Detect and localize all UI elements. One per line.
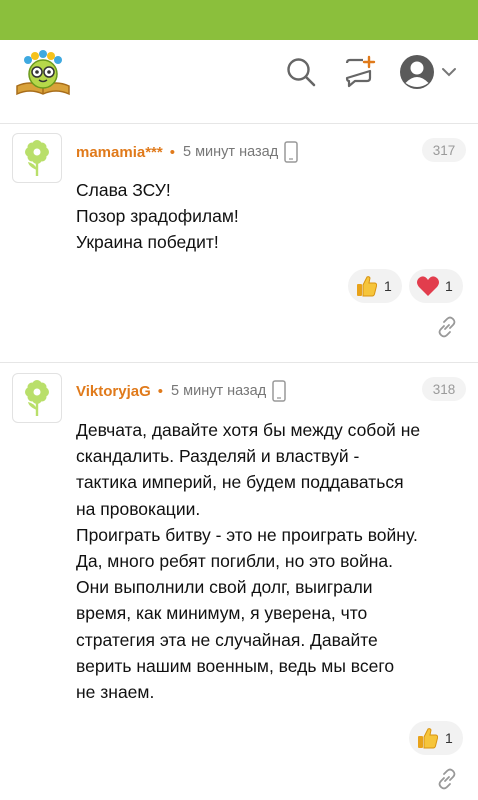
thumbs-up-icon [357, 276, 378, 297]
top-color-bar [0, 0, 478, 40]
timestamp: 5 минут назад [182, 144, 279, 160]
link-icon [438, 316, 456, 338]
reaction-count: 1 [384, 278, 392, 294]
flower-avatar-icon [25, 380, 49, 416]
flower-avatar-icon [25, 140, 49, 176]
reaction-count: 1 [445, 278, 453, 294]
comment-card: mamamia*** • 5 минут назад 317 Слава ЗСУ… [0, 124, 478, 362]
copy-link-button[interactable] [434, 314, 460, 340]
search-icon [287, 58, 316, 87]
phone-icon [284, 141, 298, 163]
separator-dot: • [157, 382, 164, 400]
timestamp: 5 минут назад [171, 383, 267, 399]
link-icon [438, 768, 456, 790]
heart-icon [417, 276, 439, 296]
comment-number[interactable]: 317 [422, 138, 466, 162]
comment-line: тактика империй, не будем поддаваться [76, 472, 404, 493]
comment-line: время, как минимум, я уверена, что [76, 603, 368, 624]
kid-book-logo-icon [16, 50, 70, 96]
comment-line: Девчата, давайте хотя бы между собой не [76, 420, 421, 440]
site-logo[interactable] [14, 48, 72, 98]
phone-icon [272, 380, 286, 402]
chevron-down-icon [442, 68, 456, 77]
avatar[interactable] [12, 373, 62, 423]
comment-body: Девчата, давайте хотя бы между собой не … [76, 417, 471, 705]
comment-meta: ViktoryjaG • 5 минут назад [76, 380, 286, 402]
comment-line: Проиграть битву - это не проиграть войну… [76, 524, 418, 545]
new-post-icon [345, 55, 376, 88]
comment-line: Украина победит! [76, 232, 219, 253]
comment-line: не знаем. [76, 682, 155, 703]
avatar[interactable] [12, 133, 62, 183]
copy-link-button[interactable] [434, 766, 460, 792]
comment-line: Да, много ребят погибли, но это война. [76, 551, 393, 572]
new-post-button[interactable] [342, 54, 378, 90]
comment-line: Они выполнили свой долг, выиграли [76, 577, 373, 598]
app-header [0, 40, 478, 108]
comment-number[interactable]: 318 [422, 377, 466, 401]
profile-icon [400, 55, 434, 89]
like-reaction-button[interactable]: 1 [409, 721, 463, 755]
comment-body: Слава ЗСУ! Позор зрадофилам! Украина поб… [76, 177, 471, 256]
comment-line: на провокации. [76, 498, 201, 519]
heart-reaction-button[interactable]: 1 [409, 269, 463, 303]
separator-dot: • [169, 143, 175, 161]
username[interactable]: mamamia*** [76, 144, 163, 161]
username[interactable]: ViktoryjaG [76, 383, 151, 400]
comment-line: Позор зрадофилам! [76, 206, 239, 227]
comment-line: скандалить. Разделяй и властвуй - [76, 446, 360, 467]
reaction-count: 1 [445, 730, 453, 746]
thumbs-up-icon [418, 728, 439, 749]
profile-menu-button[interactable] [396, 54, 460, 90]
like-reaction-button[interactable]: 1 [348, 269, 402, 303]
comment-card: ViktoryjaG • 5 минут назад 318 Девчата, … [0, 363, 478, 800]
comment-line: Слава ЗСУ! [76, 180, 171, 200]
comment-meta: mamamia*** • 5 минут назад [76, 141, 298, 163]
comment-line: верить нашим военным, ведь мы всего [76, 655, 395, 676]
comment-line: стратегия эта не случайная. Давайте [76, 629, 378, 650]
search-button[interactable] [283, 54, 319, 90]
